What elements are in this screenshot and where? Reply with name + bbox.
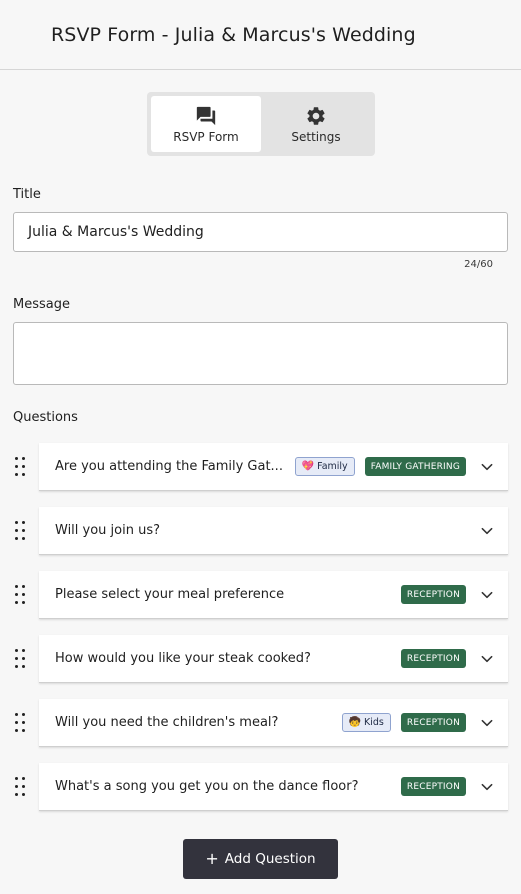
category-emoji-icon: 💖 — [301, 460, 315, 472]
drag-handle-icon[interactable] — [15, 713, 29, 733]
app-header: RSVP Form - Julia & Marcus's Wedding — [0, 0, 521, 70]
question-row: What's a song you get you on the dance f… — [13, 763, 508, 811]
question-card[interactable]: Will you join us? — [39, 507, 508, 555]
category-label: Kids — [364, 717, 384, 728]
event-badge: RECEPTION — [400, 777, 466, 796]
question-card[interactable]: Will you need the children's meal? 🧒 Kids R… — [39, 699, 508, 747]
category-emoji-icon: 🧒 — [348, 716, 362, 728]
question-row: Please select your meal preference RECEPT… — [13, 571, 508, 619]
message-label: Message — [13, 297, 70, 312]
event-badge: FAMILY GATHERING — [364, 457, 466, 476]
question-card[interactable]: Are you attending the Family Gat... 💖 Fami… — [39, 443, 508, 491]
chevron-down-icon[interactable] — [466, 443, 508, 490]
message-input[interactable] — [13, 322, 508, 385]
questions-label: Questions — [13, 410, 78, 425]
add-question-button[interactable]: + Add Question — [183, 839, 338, 879]
tab-settings[interactable]: Settings — [261, 96, 371, 152]
plus-icon: + — [205, 849, 219, 868]
title-char-counter: 24/60 — [464, 259, 493, 270]
question-card[interactable]: Please select your meal preference RECEPT… — [39, 571, 508, 619]
tab-rsvp-form[interactable]: RSVP Form — [151, 96, 261, 152]
chevron-down-icon[interactable] — [466, 571, 508, 618]
event-badge: RECEPTION — [400, 649, 466, 668]
tab-settings-label: Settings — [291, 129, 341, 144]
question-card[interactable]: What's a song you get you on the dance f… — [39, 763, 508, 811]
chat-bubbles-icon — [196, 106, 216, 125]
chevron-down-icon[interactable] — [466, 763, 508, 810]
drag-handle-icon[interactable] — [15, 649, 29, 669]
question-row: Are you attending the Family Gat... 💖 Fami… — [13, 443, 508, 491]
question-text: Please select your meal preference — [55, 587, 285, 602]
question-text: What's a song you get you on the dance f… — [55, 779, 359, 794]
question-row: Will you need the children's meal? 🧒 Kids R… — [13, 699, 508, 747]
category-badge: 🧒 Kids — [341, 713, 391, 732]
question-text: Will you need the children's meal? — [55, 715, 279, 730]
chevron-down-icon[interactable] — [466, 635, 508, 682]
category-label: Family — [317, 461, 348, 472]
add-question-label: Add Question — [224, 851, 316, 867]
drag-handle-icon[interactable] — [15, 585, 29, 605]
question-row: How would you like your steak cooked? REC… — [13, 635, 508, 683]
chevron-down-icon[interactable] — [466, 699, 508, 746]
question-text: Are you attending the Family Gat... — [55, 459, 283, 474]
view-switcher: RSVP Form Settings — [147, 92, 375, 156]
drag-handle-icon[interactable] — [15, 521, 29, 541]
page-title: RSVP Form - Julia & Marcus's Wedding — [51, 23, 416, 46]
question-text: Will you join us? — [55, 523, 161, 538]
question-row: Will you join us? — [13, 507, 508, 555]
tab-rsvp-form-label: RSVP Form — [173, 129, 239, 144]
question-text: How would you like your steak cooked? — [55, 651, 311, 666]
question-card[interactable]: How would you like your steak cooked? REC… — [39, 635, 508, 683]
gear-icon — [307, 106, 325, 125]
drag-handle-icon[interactable] — [15, 457, 29, 477]
title-label: Title — [13, 187, 41, 202]
event-badge: RECEPTION — [400, 713, 466, 732]
drag-handle-icon[interactable] — [15, 777, 29, 797]
event-badge: RECEPTION — [400, 585, 466, 604]
title-input[interactable]: Julia & Marcus's Wedding — [13, 212, 508, 252]
category-badge: 💖 Family — [294, 457, 355, 476]
chevron-down-icon[interactable] — [466, 507, 508, 554]
